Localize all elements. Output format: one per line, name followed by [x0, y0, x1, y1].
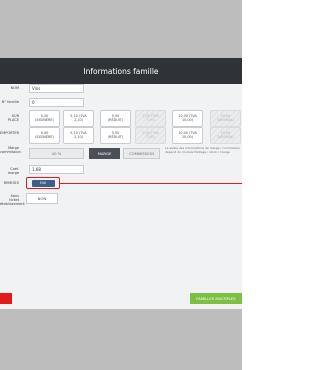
name-field[interactable]: Vins [29, 84, 84, 93]
discounts-toggle[interactable]: OUI [31, 179, 55, 187]
takeaway-vat-option[interactable]: 5,50 (RÉDUIT) [100, 127, 131, 144]
on-site-vat-option[interactable]: 5,50 (RÉDUIT) [100, 110, 131, 127]
margin-coef-label: Coef. marge [7, 167, 19, 175]
disabled-hatch [211, 128, 240, 143]
margin-module-note: La saisie des informations de marge / co… [165, 146, 241, 154]
takeaway-vat-label: EMPORTER [0, 131, 20, 135]
no-ticket-label: Sans ticket établissement [0, 194, 25, 206]
annotation-arrow-line [60, 182, 242, 184]
on-site-vat-label: SUR PLACE [7, 114, 19, 122]
family-number-field[interactable]: 0 [29, 98, 84, 107]
margin-mode-button[interactable]: MARGE [89, 148, 120, 159]
on-site-vat-option: 7,00 (TVA 7,00) [135, 110, 166, 127]
takeaway-vat-option: 19,60 (NORMAL) [210, 127, 241, 144]
name-label: NOM [10, 86, 19, 90]
dimmed-backdrop-bottom [0, 309, 242, 370]
on-site-vat-option: 19,60 (NORMAL) [210, 110, 241, 127]
dialog-header: Informations famille [0, 58, 242, 84]
takeaway-vat-option: 7,00 (TVA 7,00) [135, 127, 166, 144]
cancel-button[interactable] [0, 293, 12, 304]
dialog-title: Informations famille [83, 66, 159, 76]
discounts-label: REMISES [3, 181, 19, 185]
takeaway-vat-option[interactable]: 10,00 (TVA 10,00) [172, 127, 203, 144]
dimmed-backdrop-top [0, 0, 242, 58]
margin-coef-field[interactable]: 1,68 [29, 165, 84, 174]
disabled-hatch [136, 111, 165, 126]
takeaway-vat-option[interactable]: 5,10 (TVA 2,10) [63, 127, 94, 144]
margin-label: Marge commission [0, 146, 21, 154]
multiple-families-button[interactable]: FAMILLES MULTIPLES [190, 293, 242, 304]
annotation-highlight-box: OUI [26, 177, 60, 189]
on-site-vat-option[interactable]: 5,10 (TVA 2,10) [63, 110, 94, 127]
disabled-hatch [136, 128, 165, 143]
on-site-vat-option[interactable]: 10,00 (TVA 10,00) [172, 110, 203, 127]
on-site-vat-option[interactable]: 0,00 (EXONÉRÉ) [29, 110, 60, 127]
takeaway-vat-option[interactable]: 0,00 (EXONÉRÉ) [29, 127, 60, 144]
margin-percent-field[interactable]: 40 % [29, 148, 84, 159]
family-number-label: N° famille [1, 100, 19, 104]
commission-mode-button[interactable]: COMMISSION [123, 148, 160, 159]
disabled-hatch [211, 111, 240, 126]
no-ticket-toggle[interactable]: NON [26, 193, 58, 204]
